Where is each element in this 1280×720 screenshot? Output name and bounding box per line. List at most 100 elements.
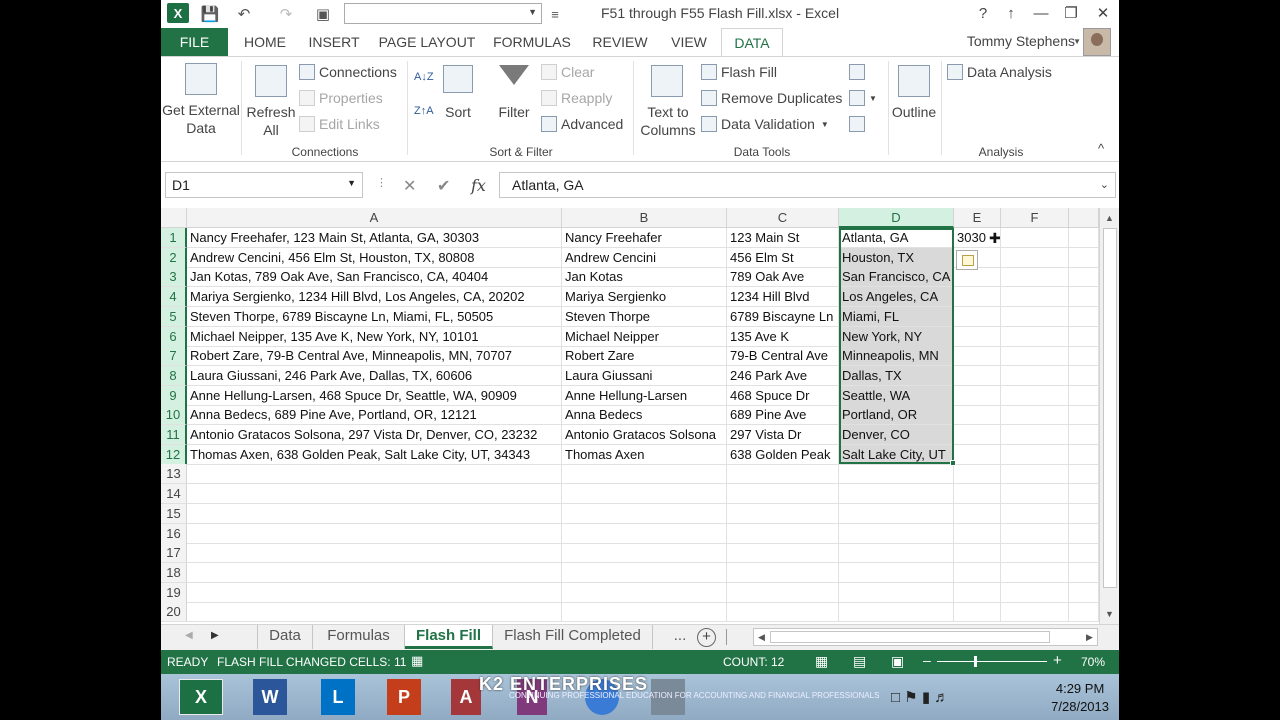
cell-d9[interactable]: Seattle, WA <box>839 385 954 406</box>
fill-handle[interactable] <box>950 460 956 466</box>
collapse-ribbon-button[interactable]: ^ <box>1098 141 1104 156</box>
cell-f7[interactable] <box>1001 346 1069 367</box>
cell-f6[interactable] <box>1001 326 1069 347</box>
cell-b13[interactable] <box>562 464 727 485</box>
cell-e19[interactable] <box>954 582 1001 603</box>
cell-d1[interactable]: Atlanta, GA <box>839 228 954 248</box>
spreadsheet-grid[interactable]: A B C D E F 1 Nancy Freehafer, 123 Main S… <box>161 208 1099 624</box>
cell-c18[interactable] <box>727 562 839 583</box>
excel-logo-icon[interactable]: X <box>167 3 189 23</box>
cell-g8[interactable] <box>1069 365 1099 386</box>
taskbar-access-icon[interactable]: A <box>451 679 481 715</box>
column-header-e[interactable]: E <box>954 208 1001 228</box>
cell-e12[interactable] <box>954 444 1001 465</box>
cell-c9[interactable]: 468 Spuce Dr <box>727 385 839 406</box>
cell-f12[interactable] <box>1001 444 1069 465</box>
cell-b1[interactable]: Nancy Freehafer <box>562 228 727 248</box>
cell-b14[interactable] <box>562 484 727 505</box>
cell-c5[interactable]: 6789 Biscayne Ln <box>727 306 839 327</box>
cell-f10[interactable] <box>1001 405 1069 426</box>
column-header-f[interactable]: F <box>1001 208 1069 228</box>
cell-a4[interactable]: Mariya Sergienko, 1234 Hill Blvd, Los An… <box>187 287 562 308</box>
insert-function-button[interactable]: fx <box>471 176 486 195</box>
cell-f16[interactable] <box>1001 523 1069 544</box>
user-name[interactable]: Tommy Stephens <box>967 33 1075 49</box>
refresh-all-button[interactable]: Refresh All <box>245 103 297 139</box>
sheet-tab-flash-fill-completed[interactable]: Flash Fill Completed <box>493 625 653 649</box>
cell-g17[interactable] <box>1069 543 1099 564</box>
text-to-columns-button[interactable]: Text to Columns <box>637 103 699 139</box>
cell-b8[interactable]: Laura Giussani <box>562 365 727 386</box>
cell-g20[interactable] <box>1069 602 1099 623</box>
what-if-analysis-button[interactable]: ▼ <box>849 90 877 106</box>
cell-e13[interactable] <box>954 464 1001 485</box>
new-sheet-button[interactable]: + <box>697 628 716 647</box>
cell-f9[interactable] <box>1001 385 1069 406</box>
filter-button[interactable]: Filter <box>491 103 537 121</box>
cell-a5[interactable]: Steven Thorpe, 6789 Biscayne Ln, Miami, … <box>187 306 562 327</box>
row-header[interactable]: 4 <box>161 287 187 308</box>
cell-b4[interactable]: Mariya Sergienko <box>562 287 727 308</box>
cell-d14[interactable] <box>839 484 954 505</box>
row-header[interactable]: 6 <box>161 326 187 347</box>
cell-d20[interactable] <box>839 602 954 623</box>
row-header[interactable]: 8 <box>161 365 187 386</box>
zoom-out-icon[interactable]: – <box>923 652 931 668</box>
cell-d8[interactable]: Dallas, TX <box>839 365 954 386</box>
more-icon[interactable]: ⋮ <box>376 176 387 189</box>
consolidate-button[interactable] <box>849 64 869 80</box>
cell-g7[interactable] <box>1069 346 1099 367</box>
cell-c2[interactable]: 456 Elm St <box>727 247 839 268</box>
close-button[interactable]: ✕ <box>1089 2 1117 24</box>
taskbar-excel-icon[interactable]: X <box>179 679 223 715</box>
cell-e6[interactable] <box>954 326 1001 347</box>
data-analysis-button[interactable]: Data Analysis <box>947 64 1052 80</box>
cell-a17[interactable] <box>187 543 562 564</box>
taskbar-word-icon[interactable]: W <box>253 679 287 715</box>
tab-home[interactable]: HOME <box>237 28 293 56</box>
h-scroll-thumb[interactable] <box>770 631 1050 643</box>
cell-d6[interactable]: New York, NY <box>839 326 954 347</box>
zoom-in-icon[interactable]: + <box>1053 652 1062 669</box>
cell-e8[interactable] <box>954 365 1001 386</box>
formula-input[interactable]: Atlanta, GA ⌄ <box>499 172 1116 198</box>
row-header[interactable]: 12 <box>161 444 187 465</box>
cell-f18[interactable] <box>1001 562 1069 583</box>
cell-c15[interactable] <box>727 503 839 524</box>
cell-d17[interactable] <box>839 543 954 564</box>
reapply-button[interactable]: Reapply <box>541 90 612 106</box>
cell-a18[interactable] <box>187 562 562 583</box>
cell-d7[interactable]: Minneapolis, MN <box>839 346 954 367</box>
row-header[interactable]: 19 <box>161 582 187 603</box>
cell-g18[interactable] <box>1069 562 1099 583</box>
cell-e3[interactable] <box>954 267 1001 288</box>
cell-d18[interactable] <box>839 562 954 583</box>
save-icon[interactable]: 💾 <box>199 3 221 25</box>
flash-fill-button[interactable]: Flash Fill <box>701 64 777 80</box>
connections-button[interactable]: Connections <box>299 64 397 80</box>
cell-d13[interactable] <box>839 464 954 485</box>
advanced-button[interactable]: Advanced <box>541 116 623 132</box>
cell-f2[interactable] <box>1001 247 1069 268</box>
scroll-thumb[interactable] <box>1103 228 1117 588</box>
cell-f15[interactable] <box>1001 503 1069 524</box>
cell-f3[interactable] <box>1001 267 1069 288</box>
outline-button[interactable]: Outline <box>887 103 941 121</box>
quick-access-dropdown[interactable]: ▼ <box>344 3 542 24</box>
tab-splitter[interactable] <box>726 629 727 645</box>
row-header[interactable]: 13 <box>161 464 187 485</box>
cell-b15[interactable] <box>562 503 727 524</box>
zoom-slider[interactable] <box>937 661 1047 662</box>
cell-d16[interactable] <box>839 523 954 544</box>
cell-b12[interactable]: Thomas Axen <box>562 444 727 465</box>
row-header[interactable]: 14 <box>161 484 187 505</box>
cell-a6[interactable]: Michael Neipper, 135 Ave K, New York, NY… <box>187 326 562 347</box>
cell-g15[interactable] <box>1069 503 1099 524</box>
cell-g6[interactable] <box>1069 326 1099 347</box>
cell-g3[interactable] <box>1069 267 1099 288</box>
row-header[interactable]: 16 <box>161 523 187 544</box>
cell-b9[interactable]: Anne Hellung-Larsen <box>562 385 727 406</box>
expand-formula-bar-icon[interactable]: ⌄ <box>1100 178 1109 191</box>
cell-d3[interactable]: San Francisco, CA <box>839 267 954 288</box>
cancel-button[interactable]: ✕ <box>403 176 416 196</box>
